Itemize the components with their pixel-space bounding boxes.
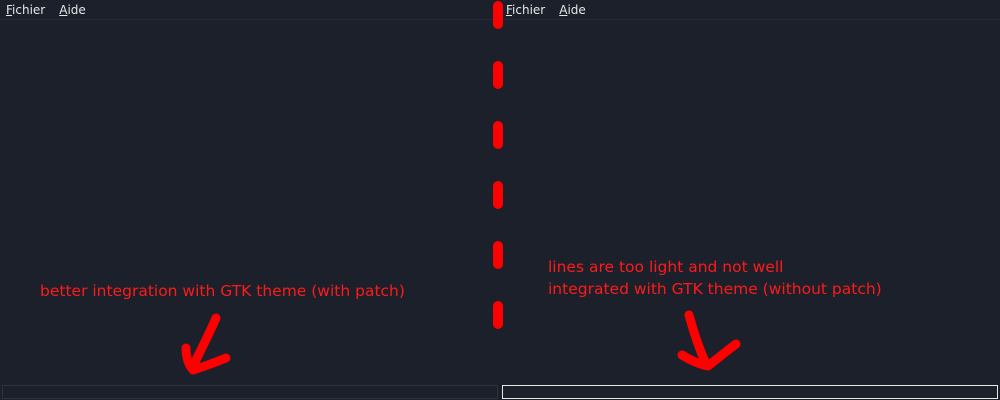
annotation-with-patch: better integration with GTK theme (with … bbox=[40, 282, 405, 300]
menu-fichier[interactable]: Fichier bbox=[506, 0, 545, 20]
annotation-line-1: lines are too light and not well bbox=[548, 258, 784, 276]
window-without-patch: Fichier Aide lines are too light and not… bbox=[500, 0, 1000, 400]
annotation-without-patch: lines are too light and not well integra… bbox=[548, 256, 882, 300]
menu-fichier-label: ichier bbox=[512, 2, 546, 17]
menubar: Fichier Aide bbox=[500, 0, 1000, 20]
menu-aide-label: ide bbox=[67, 2, 86, 17]
window-with-patch: Fichier Aide better integration with GTK… bbox=[0, 0, 500, 400]
statusbar-unpatched bbox=[502, 385, 998, 399]
menu-fichier-label: ichier bbox=[12, 2, 46, 17]
menubar: Fichier Aide bbox=[0, 0, 500, 20]
menu-aide[interactable]: Aide bbox=[559, 0, 586, 20]
menu-aide[interactable]: Aide bbox=[59, 0, 86, 20]
statusbar-patched bbox=[2, 385, 498, 399]
menu-aide-label: ide bbox=[567, 2, 586, 17]
menu-fichier[interactable]: Fichier bbox=[6, 0, 45, 20]
annotation-line-2: integrated with GTK theme (without patch… bbox=[548, 280, 882, 298]
comparison-screenshot: Fichier Aide better integration with GTK… bbox=[0, 0, 1000, 400]
